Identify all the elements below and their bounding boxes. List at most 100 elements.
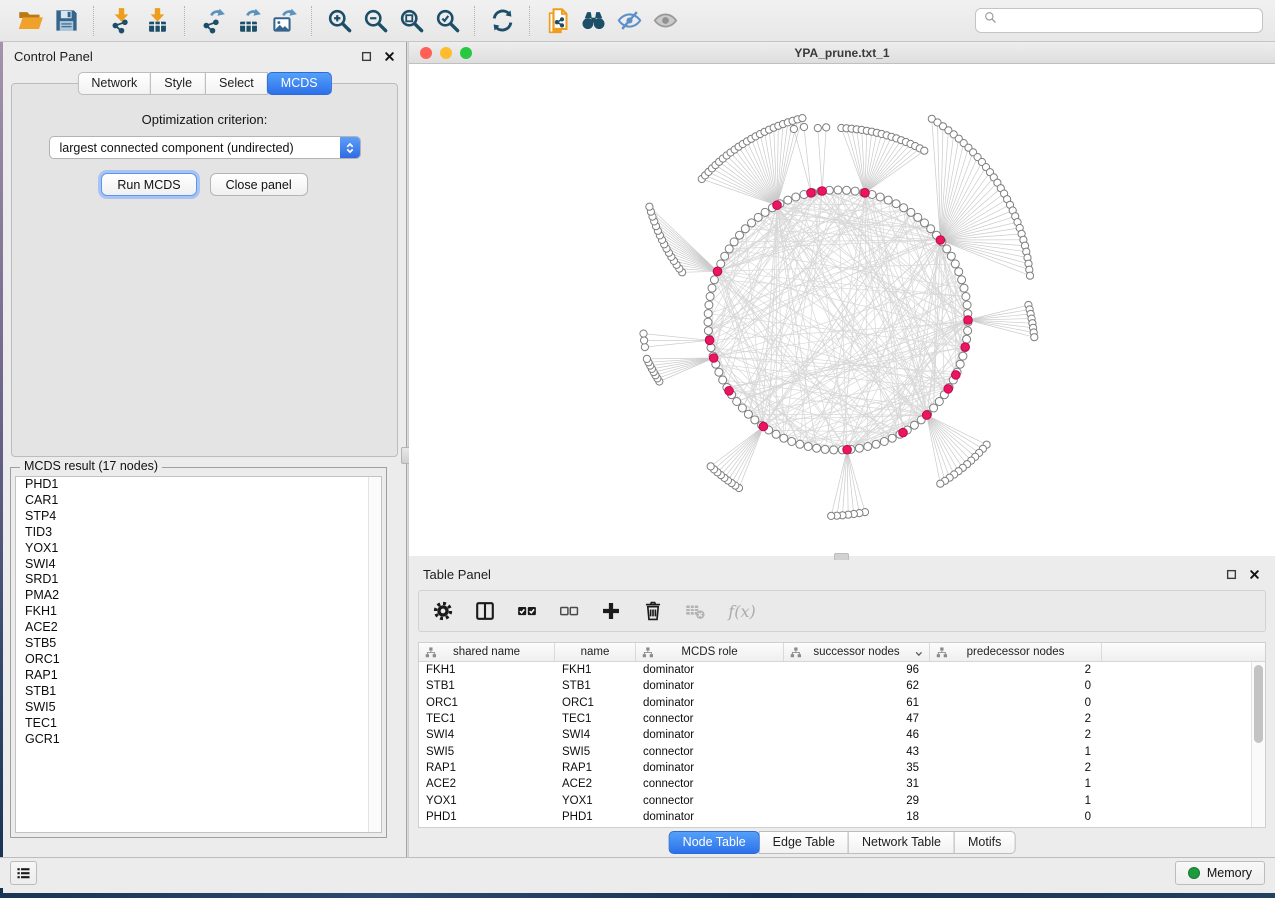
graph-node-mcds[interactable] (713, 267, 722, 276)
graph-node[interactable] (947, 252, 955, 260)
mcds-result-item[interactable]: STP4 (16, 509, 381, 525)
graph-node-mcds[interactable] (709, 354, 718, 363)
graph-node[interactable] (907, 208, 915, 216)
table-cell[interactable]: 43 (784, 746, 930, 758)
table-cell[interactable]: 1 (930, 746, 1102, 758)
create-column-button[interactable] (599, 599, 623, 623)
memory-button[interactable]: Memory (1175, 861, 1265, 885)
table-row[interactable]: SWI5SWI5connector431 (419, 743, 1265, 759)
graph-node[interactable] (843, 186, 851, 194)
mcds-result-item[interactable]: TID3 (16, 525, 381, 541)
graph-node-mcds[interactable] (952, 371, 961, 380)
graph-node[interactable] (736, 231, 744, 239)
graph-node[interactable] (748, 219, 756, 227)
table-cell[interactable]: TEC1 (419, 713, 555, 725)
mcds-result-item[interactable]: PHD1 (16, 477, 381, 493)
table-cell[interactable]: dominator (636, 697, 784, 709)
graph-node[interactable] (900, 204, 908, 212)
graph-node[interactable] (799, 115, 806, 122)
graph-node[interactable] (910, 421, 918, 429)
column-header-name[interactable]: name (555, 643, 636, 661)
graph-node[interactable] (704, 318, 712, 326)
graph-node[interactable] (963, 301, 971, 309)
table-cell[interactable]: TEC1 (555, 713, 636, 725)
graph-node[interactable] (958, 276, 966, 284)
graph-node[interactable] (744, 410, 752, 418)
table-cell[interactable]: dominator (636, 664, 784, 676)
toolbar-button-import-network[interactable] (103, 4, 139, 38)
toolbar-button-export-network[interactable] (194, 4, 230, 38)
toolbar-button-export-table[interactable] (230, 4, 266, 38)
table-cell[interactable]: ORC1 (419, 697, 555, 709)
graph-node[interactable] (823, 124, 830, 131)
graph-node[interactable] (956, 360, 964, 368)
graph-node[interactable] (738, 404, 746, 412)
graph-node[interactable] (790, 125, 797, 132)
graph-node[interactable] (707, 344, 715, 352)
table-cell[interactable]: 62 (784, 680, 930, 692)
toolbar-button-zoom-in[interactable] (321, 4, 357, 38)
tab-node-table[interactable]: Node Table (669, 831, 760, 854)
graph-node[interactable] (813, 444, 821, 452)
toolbar-button-find-network[interactable] (575, 4, 611, 38)
mcds-result-item[interactable]: ACE2 (16, 620, 381, 636)
graph-node[interactable] (784, 196, 792, 204)
graph-node-mcds[interactable] (725, 387, 734, 396)
table-cell[interactable]: 2 (930, 664, 1102, 676)
graph-node-mcds[interactable] (936, 236, 945, 245)
graph-node[interactable] (951, 260, 959, 268)
table-cell[interactable]: FKH1 (555, 664, 636, 676)
graph-node-mcds[interactable] (818, 187, 827, 196)
column-header-MCDS-role[interactable]: MCDS role (636, 643, 784, 661)
tab-motifs[interactable]: Motifs (954, 831, 1015, 854)
graph-node[interactable] (792, 193, 800, 201)
close-window-icon[interactable] (420, 47, 432, 59)
toolbar-button-zoom-selected[interactable] (429, 4, 465, 38)
table-cell[interactable]: SWI5 (555, 746, 636, 758)
table-row[interactable]: FKH1FKH1dominator962 (419, 662, 1265, 678)
graph-node[interactable] (796, 440, 804, 448)
graph-node[interactable] (830, 446, 838, 454)
table-cell[interactable]: FKH1 (419, 664, 555, 676)
toolbar-button-zoom-out[interactable] (357, 4, 393, 38)
graph-node-mcds[interactable] (944, 385, 953, 394)
table-cell[interactable]: STB1 (555, 680, 636, 692)
graph-node-mcds[interactable] (807, 189, 816, 198)
table-cell[interactable]: PHD1 (555, 811, 636, 823)
table-cell[interactable]: 1 (930, 795, 1102, 807)
table-cell[interactable]: dominator (636, 729, 784, 741)
graph-node[interactable] (814, 125, 821, 132)
search-input[interactable] (999, 11, 1255, 31)
mcds-result-item[interactable]: SWI4 (16, 557, 381, 573)
table-cell[interactable]: STB1 (419, 680, 555, 692)
graph-node[interactable] (804, 443, 812, 451)
mcds-result-item[interactable]: RAP1 (16, 668, 381, 684)
graph-node[interactable] (721, 252, 729, 260)
table-cell[interactable]: 0 (930, 697, 1102, 709)
tab-network[interactable]: Network (77, 72, 151, 95)
table-scrollbar[interactable] (1251, 662, 1265, 827)
table-cell[interactable]: 47 (784, 713, 930, 725)
dropdown-stepper-icon[interactable] (340, 137, 360, 158)
table-row[interactable]: STB1STB1dominator620 (419, 678, 1265, 694)
table-cell[interactable]: PHD1 (419, 811, 555, 823)
graph-node[interactable] (708, 284, 716, 292)
table-row[interactable]: SWI4SWI4dominator462 (419, 727, 1265, 743)
graph-node[interactable] (964, 327, 972, 335)
table-row[interactable]: YOX1YOX1connector291 (419, 792, 1265, 808)
graph-node[interactable] (710, 276, 718, 284)
mcds-result-item[interactable]: TEC1 (16, 716, 381, 732)
tab-select[interactable]: Select (205, 72, 268, 95)
graph-node[interactable] (641, 337, 648, 344)
mcds-result-item[interactable]: CAR1 (16, 493, 381, 509)
graph-node[interactable] (706, 293, 714, 301)
table-cell[interactable]: RAP1 (555, 762, 636, 774)
minimize-window-icon[interactable] (440, 47, 452, 59)
scrollbar-thumb[interactable] (1254, 665, 1263, 743)
graph-node[interactable] (963, 335, 971, 343)
graph-node[interactable] (888, 434, 896, 442)
task-history-button[interactable] (10, 861, 37, 885)
graph-node[interactable] (930, 404, 938, 412)
graph-node[interactable] (640, 330, 647, 337)
graph-node[interactable] (715, 368, 723, 376)
